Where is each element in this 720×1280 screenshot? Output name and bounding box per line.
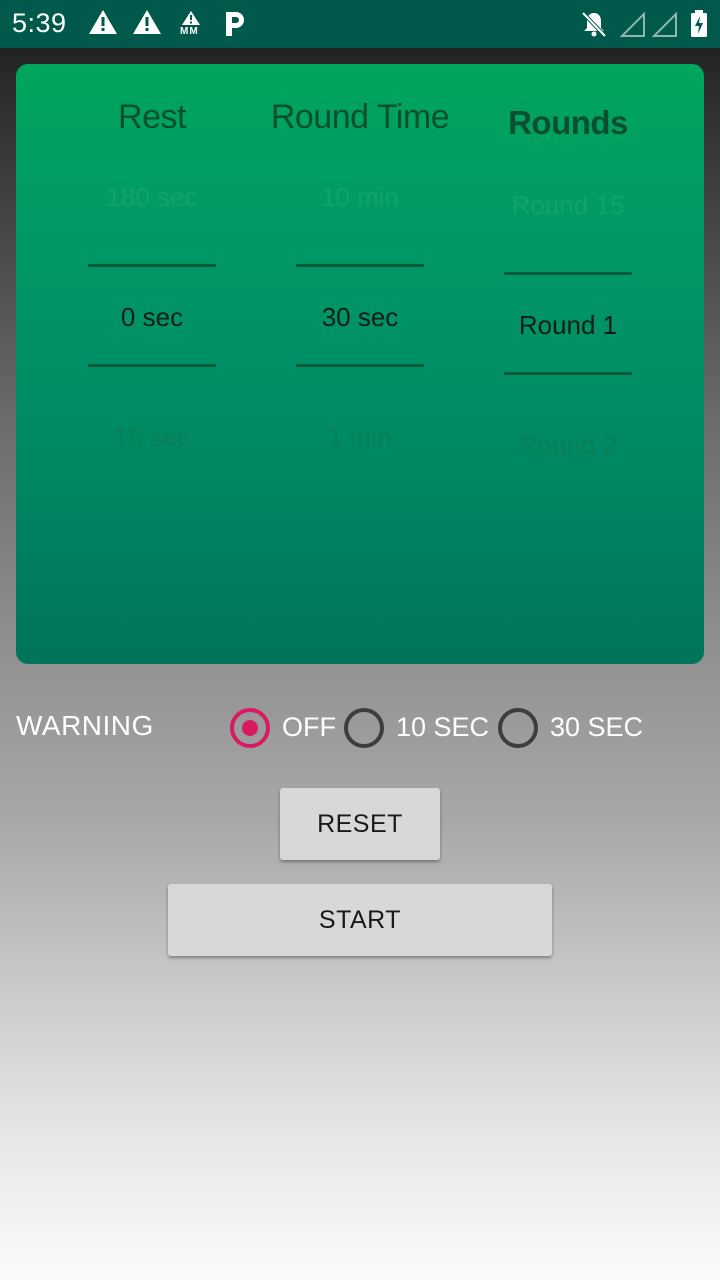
start-button[interactable]: START — [168, 884, 552, 956]
rest-selection-bottom-line — [88, 364, 216, 367]
warning-30-sec-radio[interactable] — [498, 708, 538, 748]
round-time-prev-value[interactable]: 10 min — [256, 182, 464, 213]
warning-off-radio[interactable] — [230, 708, 270, 748]
rounds-selected-value[interactable]: Round 1 — [464, 310, 672, 341]
rest-prev-value[interactable]: 180 sec — [48, 182, 256, 213]
signal-icon — [619, 11, 646, 43]
round-time-next-value[interactable]: 1 min — [256, 422, 464, 453]
warning-30-sec-label[interactable]: 30 SEC — [550, 712, 643, 743]
timer-settings-card: Rest 180 sec 0 sec 15 sec Round Time 10 … — [16, 64, 704, 664]
warning-off-label[interactable]: OFF — [282, 712, 336, 743]
parking-icon — [224, 10, 246, 43]
rounds-picker[interactable]: Rounds Round 15 Round 1 Round 2 — [464, 64, 672, 664]
status-time: 5:39 — [12, 8, 67, 38]
rest-selected-value[interactable]: 0 sec — [48, 302, 256, 333]
reset-button[interactable]: RESET — [280, 788, 440, 860]
round-time-title: Round Time — [270, 98, 450, 136]
round-time-selection-bottom-line — [296, 364, 424, 367]
warning-label: WARNING — [16, 710, 154, 741]
status-bar: 5:39 MM — [0, 0, 720, 48]
warning-10-sec-label[interactable]: 10 SEC — [396, 712, 489, 743]
notifications-off-icon — [580, 10, 608, 43]
rest-next-value[interactable]: 15 sec — [48, 422, 256, 453]
rounds-selection-top-line — [504, 272, 632, 275]
mm-label: MM — [180, 26, 199, 37]
warning-icon — [132, 8, 162, 41]
signal-icon — [651, 11, 678, 43]
rounds-title: Rounds — [508, 104, 628, 141]
radio-selected-dot — [242, 720, 258, 736]
rounds-prev-value[interactable]: Round 15 — [464, 190, 672, 221]
round-time-selection-top-line — [296, 264, 424, 267]
warning-icon — [88, 8, 118, 41]
round-time-selected-value[interactable]: 30 sec — [256, 302, 464, 333]
rounds-next-value[interactable]: Round 2 — [464, 430, 672, 461]
round-time-picker[interactable]: Round Time 10 min 30 sec 1 min — [256, 64, 464, 664]
rest-title: Rest — [118, 98, 186, 136]
rest-selection-top-line — [88, 264, 216, 267]
rounds-selection-bottom-line — [504, 372, 632, 375]
warning-10-sec-radio[interactable] — [344, 708, 384, 748]
battery-charging-icon — [690, 10, 708, 43]
rest-picker[interactable]: Rest 180 sec 0 sec 15 sec — [48, 64, 256, 664]
